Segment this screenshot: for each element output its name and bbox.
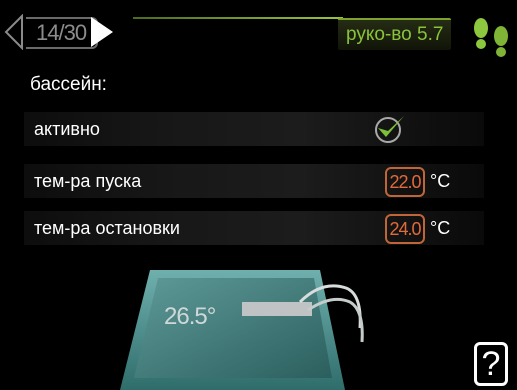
footprints-icon[interactable] — [468, 12, 514, 60]
unit-label: °C — [430, 171, 451, 191]
page-counter: 14/30 — [26, 17, 99, 49]
pool-temperature: 26.5° — [164, 303, 216, 330]
header-divider — [133, 17, 343, 19]
arrow-left-outline-icon[interactable] — [4, 14, 24, 50]
stop-temp-value[interactable]: 24.0 — [385, 214, 425, 244]
pool-icon — [120, 270, 364, 390]
setting-label: тем-ра пуска — [34, 171, 142, 191]
setting-row-start-temp[interactable]: тем-ра пуска 22.0 °C — [24, 164, 484, 198]
arrow-right-filled-icon[interactable] — [89, 15, 115, 49]
setting-label: тем-ра остановки — [34, 218, 180, 238]
checkmark-icon[interactable] — [370, 114, 410, 144]
menu-number-label: руко-во 5.7 — [338, 18, 452, 50]
help-button[interactable]: ? — [474, 342, 508, 386]
section-title: бассейн: — [30, 74, 107, 95]
setting-row-stop-temp[interactable]: тем-ра остановки 24.0 °C — [24, 211, 484, 245]
unit-label: °C — [430, 218, 451, 238]
setting-row-active[interactable]: активно — [24, 112, 484, 146]
top-bar: 14/30 руко-во 5.7 — [0, 0, 517, 62]
start-temp-value[interactable]: 22.0 — [385, 167, 425, 197]
setting-label: активно — [34, 119, 100, 139]
